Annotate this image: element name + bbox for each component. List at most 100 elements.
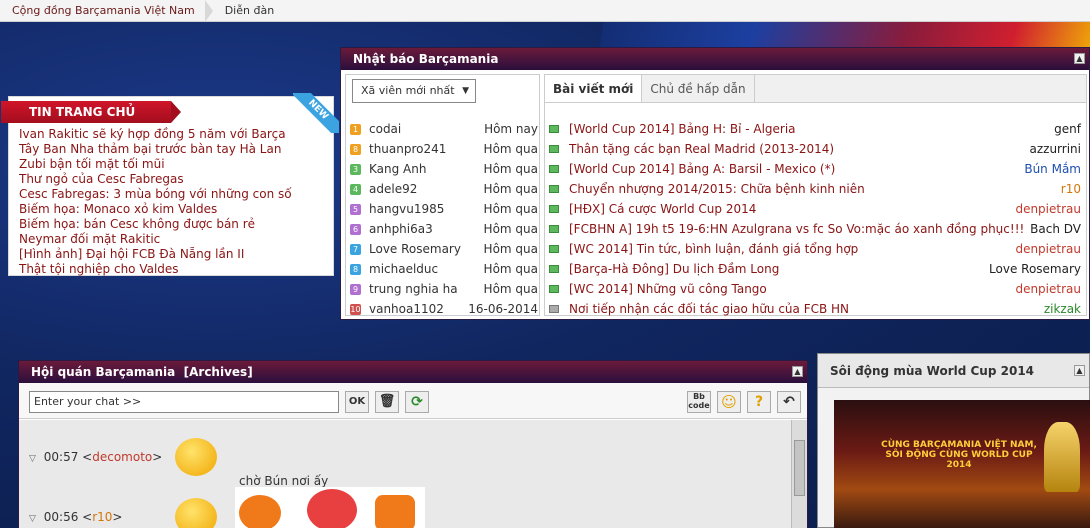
tab-hot-topics[interactable]: Chủ đề hấp dẫn [642,75,755,102]
chat-message: ▽ 00:57 <decomoto> [29,450,163,464]
post-status-icon [549,305,559,313]
member-row[interactable]: 3 Kang Anh Hôm qua [350,159,538,179]
refresh-icon[interactable]: ⟳ [405,391,429,413]
post-title-link[interactable]: [WC 2014] Những vũ công Tango [569,282,1009,296]
news-item[interactable]: Neymar đối mặt Rakitic [19,232,292,247]
help-icon[interactable]: ? [747,391,771,413]
post-title-link[interactable]: [Barça-Hà Đông] Du lịch Đầm Long [569,262,983,276]
rank-icon: 8 [350,143,361,155]
post-status-icon [549,265,559,273]
news-item[interactable]: Biếm họa: Monaco xỏ kim Valdes [19,202,292,217]
post-title-link[interactable]: [HĐX] Cá cược World Cup 2014 [569,202,1009,216]
chat-scrollbar[interactable] [791,420,807,528]
members-filter-select[interactable]: Xã viên mới nhất ▼ [352,79,476,103]
post-title-link[interactable]: Chuyển nhượng 2014/2015: Chữa bệnh kinh … [569,182,1055,196]
posts-list: [World Cup 2014] Bảng H: Bỉ - Algeria ge… [549,119,1081,319]
member-row[interactable]: 5 hangvu1985 Hôm qua [350,199,538,219]
rank-icon: 6 [350,223,361,235]
news-item[interactable]: Biếm họa: bán Cesc không được bán rẻ [19,217,292,232]
post-status-icon [549,245,559,253]
member-name[interactable]: Love Rosemary [369,242,484,256]
worldcup-panel: Sôi động mùa World Cup 2014 ▲ CÙNG BARÇA… [817,353,1090,528]
member-row[interactable]: 4 adele92 Hôm qua [350,179,538,199]
chat-toolbar: Enter your chat >> OK 🗑 ⟳ Bb code ☺ ? ↶ [19,383,807,419]
collapse-icon[interactable]: ▲ [792,366,803,377]
rank-icon: 5 [350,203,361,215]
member-row[interactable]: 6 anhphi6a3 Hôm qua [350,219,538,239]
member-name[interactable]: anhphi6a3 [369,222,484,236]
member-name[interactable]: trung nghia ha [369,282,484,296]
news-item[interactable]: Thật tội nghiệp cho Valdes [19,262,292,277]
smiley-icon[interactable]: ☺ [717,391,741,413]
post-title-link[interactable]: Thân tặng các bạn Real Madrid (2013-2014… [569,142,1024,156]
member-row[interactable]: 8 thuanpro241 Hôm qua [350,139,538,159]
member-name[interactable]: thuanpro241 [369,142,484,156]
post-status-icon [549,225,559,233]
post-title-link[interactable]: [World Cup 2014] Bảng H: Bỉ - Algeria [569,122,1048,136]
panel-title: Hội quán Barçamania [Archives] ▲ [19,361,807,383]
ok-button[interactable]: OK [345,391,369,413]
archives-link[interactable]: [Archives] [184,365,253,379]
post-row: [Barça-Hà Đông] Du lịch Đầm Long Love Ro… [549,259,1081,279]
post-row: [FCBHN A] 19h t5 19-6:HN Azulgrana vs fc… [549,219,1081,239]
post-author[interactable]: Bún Mắm [1024,162,1081,176]
member-name[interactable]: Kang Anh [369,162,484,176]
new-badge: NEW [293,93,339,133]
collapse-icon[interactable]: ▲ [1074,365,1085,376]
member-join-time: Hôm qua [483,262,538,276]
news-item[interactable]: Cesc Fabregas: 3 mùa bóng với những con … [19,187,292,202]
post-status-icon [549,185,559,193]
member-row[interactable]: 1 codai Hôm nay [350,119,538,139]
member-row[interactable]: 9 trung nghia ha Hôm qua [350,279,538,299]
post-row: Chuyển nhượng 2014/2015: Chữa bệnh kinh … [549,179,1081,199]
member-name[interactable]: michaelduc [369,262,484,276]
rank-icon: 1 [350,123,361,135]
news-item[interactable]: Tây Ban Nha thảm bại trước bàn tay Hà La… [19,142,292,157]
member-row[interactable]: 10 vanhoa1102 16-06-2014 [350,299,538,319]
post-title-link[interactable]: [World Cup 2014] Bảng A: Barsil - Mexico… [569,162,1018,176]
expand-triangle-icon[interactable]: ▽ [29,454,36,464]
member-name[interactable]: hangvu1985 [369,202,484,216]
nhat-bao-panel: Nhật báo Barçamania ▲ Xã viên mới nhất ▼ … [340,47,1090,320]
collapse-icon[interactable]: ▲ [1074,53,1085,64]
news-item[interactable]: Thư ngỏ của Cesc Fabregas [19,172,292,187]
breadcrumb-home-link[interactable]: Cộng đồng Barçamania Việt Nam [0,0,213,22]
post-row: [World Cup 2014] Bảng A: Barsil - Mexico… [549,159,1081,179]
post-author[interactable]: denpietrau [1015,202,1081,216]
post-author[interactable]: Bach DV [1030,222,1081,236]
member-join-time: 16-06-2014 [468,302,538,316]
news-item[interactable]: Ivan Rakitic sẽ ký hợp đồng 5 năm với Ba… [19,127,292,142]
chat-input[interactable]: Enter your chat >> [29,391,339,413]
post-author[interactable]: genf [1054,122,1081,136]
post-author[interactable]: r10 [1061,182,1081,196]
post-author[interactable]: zikzak [1044,302,1081,316]
post-title-link[interactable]: Nơi tiếp nhận các đối tác giao hữu của F… [569,302,1038,316]
panel-title: Sôi động mùa World Cup 2014 ▲ [818,354,1089,388]
breadcrumb: Cộng đồng Barçamania Việt Nam Diễn đàn [0,0,1090,22]
post-author[interactable]: azzurrini [1030,142,1082,156]
news-item[interactable]: Zubi bận tối mặt tối mũi [19,157,292,172]
post-author[interactable]: Love Rosemary [989,262,1081,276]
rank-icon: 9 [350,283,361,295]
expand-triangle-icon[interactable]: ▽ [29,514,36,524]
post-row: [World Cup 2014] Bảng H: Bỉ - Algeria ge… [549,119,1081,139]
post-row: [WC 2014] Những vũ công Tango denpietrau [549,279,1081,299]
post-author[interactable]: denpietrau [1015,282,1081,296]
news-item[interactable]: [Hình ảnh] Đại hội FCB Đà Nẵng lần II [19,247,292,262]
undo-icon[interactable]: ↶ [777,391,801,413]
bbcode-icon[interactable]: Bb code [687,391,711,413]
post-row: [HĐX] Cá cược World Cup 2014 denpietrau [549,199,1081,219]
member-row[interactable]: 8 michaelduc Hôm qua [350,259,538,279]
member-name[interactable]: codai [369,122,484,136]
worldcup-banner-image[interactable]: CÙNG BARÇAMANIA VIỆT NAM, SÔI ĐỘNG CÙNG … [834,400,1090,528]
member-name[interactable]: adele92 [369,182,484,196]
post-title-link[interactable]: [WC 2014] Tin tức, bình luận, đánh giá t… [569,242,1009,256]
rank-icon: 7 [350,243,361,255]
trash-icon[interactable]: 🗑 [375,391,399,413]
member-row[interactable]: 7 Love Rosemary Hôm qua [350,239,538,259]
member-name[interactable]: vanhoa1102 [369,302,468,316]
post-author[interactable]: denpietrau [1015,242,1081,256]
post-title-link[interactable]: [FCBHN A] 19h t5 19-6:HN Azulgrana vs fc… [569,222,1024,236]
chat-message: ▽ 00:56 <r10> [29,510,123,524]
tab-new-posts[interactable]: Bài viết mới [545,75,643,102]
